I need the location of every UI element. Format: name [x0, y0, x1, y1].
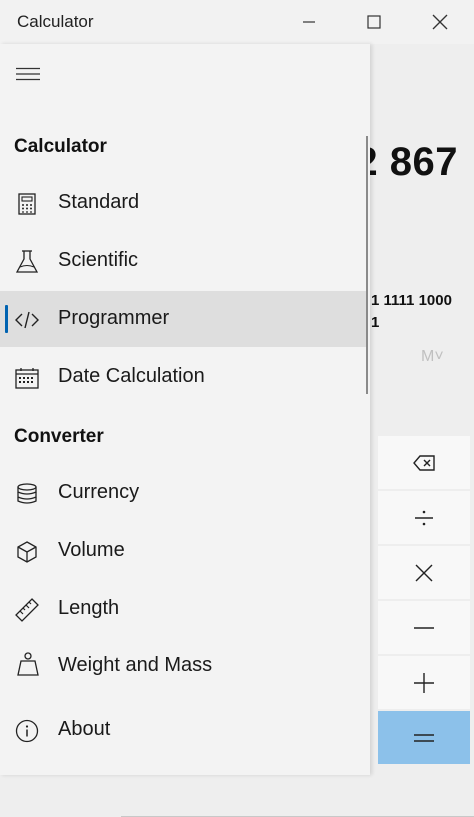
plus-icon	[414, 672, 434, 693]
display-value: 2 867	[355, 140, 458, 184]
minimize-icon	[303, 21, 315, 23]
nav-item-label: Currency	[58, 481, 140, 503]
navigation-drawer: Calculator Standard Scientific Programme…	[0, 44, 370, 775]
maximize-icon	[367, 15, 381, 29]
nav-item-length[interactable]: Length	[0, 581, 368, 637]
nav-item-date-calculation[interactable]: Date Calculation	[0, 349, 368, 405]
keypad	[378, 436, 470, 766]
flask-icon	[14, 249, 40, 275]
close-button[interactable]	[407, 0, 473, 44]
equals-icon	[414, 733, 434, 742]
section-header-calculator: Calculator	[14, 136, 107, 157]
calendar-icon	[14, 365, 40, 391]
binary-value-line-2: 1	[371, 314, 380, 331]
nav-item-label: Volume	[58, 539, 125, 561]
nav-item-scientific[interactable]: Scientific	[0, 233, 368, 289]
nav-item-programmer[interactable]: Programmer	[0, 291, 368, 347]
nav-item-label: About	[58, 718, 111, 740]
maximize-button[interactable]	[341, 0, 407, 44]
divide-icon	[415, 510, 433, 525]
minus-icon	[414, 626, 434, 629]
code-icon	[14, 307, 40, 333]
nav-item-label: Standard	[58, 191, 140, 213]
standard-calculator-icon	[14, 191, 40, 217]
nav-item-volume[interactable]: Volume	[0, 523, 368, 579]
nav-item-label: Programmer	[58, 307, 170, 329]
title-bar: Calculator	[0, 0, 474, 44]
minimize-button[interactable]	[276, 0, 342, 44]
nav-item-label: Length	[58, 597, 120, 619]
multiply-icon	[415, 564, 433, 581]
multiply-button[interactable]	[378, 546, 470, 599]
binary-value-line-1: 1 1111 1000	[371, 292, 452, 309]
ruler-icon	[14, 597, 40, 623]
nav-item-label: Date Calculation	[58, 365, 205, 387]
backspace-button[interactable]	[378, 436, 470, 489]
plus-button[interactable]	[378, 656, 470, 709]
hamburger-icon	[16, 67, 40, 81]
window-title: Calculator	[17, 12, 94, 31]
nav-item-standard[interactable]: Standard	[0, 175, 368, 231]
backspace-icon	[413, 454, 435, 471]
divide-button[interactable]	[378, 491, 470, 544]
minus-button[interactable]	[378, 601, 470, 654]
coins-icon	[14, 481, 40, 507]
info-icon	[14, 718, 40, 744]
nav-item-label: Scientific	[58, 249, 139, 271]
nav-item-weight-and-mass[interactable]: Weight and Mass	[0, 642, 368, 682]
drawer-scrollbar[interactable]	[366, 136, 368, 394]
nav-item-about[interactable]: About	[0, 702, 368, 758]
weight-icon	[17, 652, 39, 681]
hamburger-menu-button[interactable]	[8, 54, 48, 94]
section-header-converter: Converter	[14, 426, 104, 447]
nav-item-currency[interactable]: Currency	[0, 465, 368, 521]
selection-indicator	[5, 305, 8, 333]
memory-button[interactable]: M˅	[421, 348, 444, 366]
close-icon	[432, 14, 448, 30]
cube-icon	[14, 539, 40, 565]
equals-button[interactable]	[378, 711, 470, 764]
nav-item-label: Weight and Mass	[58, 654, 213, 676]
